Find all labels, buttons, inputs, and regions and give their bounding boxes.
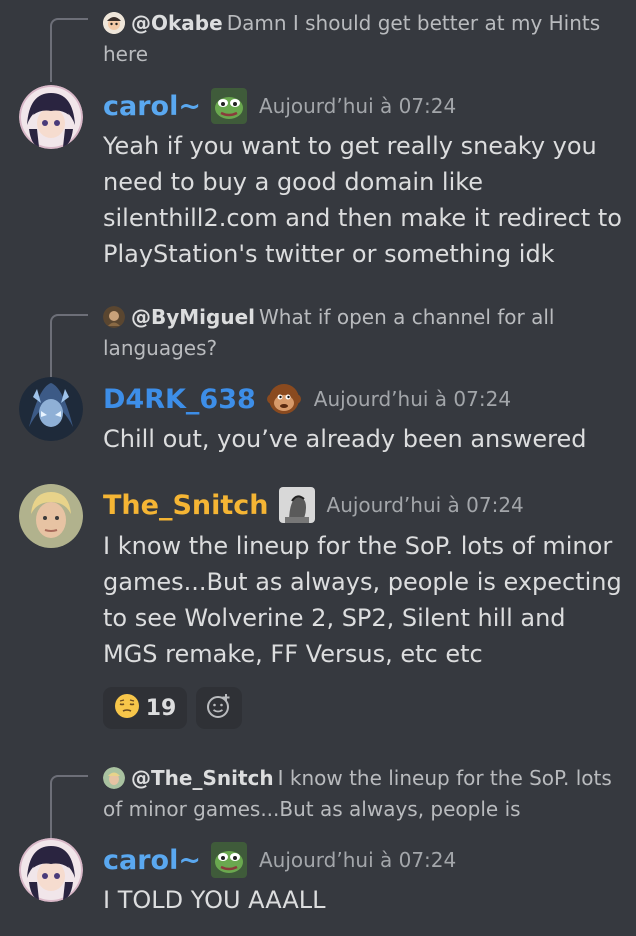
author-name[interactable]: The_Snitch [103,490,269,521]
carol-avatar[interactable] [19,838,83,902]
reply-connector [50,775,88,839]
author-name[interactable]: carol~ [103,91,201,122]
message-header: D4RK_638 Aujourd’hui à 07:24 [103,381,511,417]
author-name[interactable]: D4RK_638 [103,384,256,415]
snitch-avatar[interactable] [19,484,83,548]
reply-preview[interactable]: @The_Snitch I know the lineup for the SoP… [103,763,623,825]
message-content: I TOLD YOU AAALL [103,886,326,914]
message-header: The_Snitch Aujourd’hui à 07:24 [103,487,524,523]
carol-avatar[interactable] [19,85,83,149]
message-header: carol~ Aujourd’hui à 07:24 [103,842,456,878]
reply-mention[interactable]: @The_Snitch [131,766,274,790]
reply-connector [50,314,88,378]
message-content: Chill out, you’ve already been answered [103,425,587,453]
snitch-mini-avatar [103,767,125,789]
monkey-badge-icon [266,381,302,417]
pepe-badge-icon [210,842,247,878]
bymiguel-mini-avatar [103,306,125,328]
reply-mention[interactable]: @Okabe [131,11,223,35]
message-header: carol~ Aujourd’hui à 07:24 [103,88,456,124]
reply-preview[interactable]: @Okabe Damn I should get better at my Hin… [103,8,623,70]
timestamp: Aujourd’hui à 07:24 [326,493,524,517]
reaction-count: 19 [145,695,177,721]
author-name[interactable]: carol~ [103,845,201,876]
reaction-pensive[interactable]: 19 [103,687,187,729]
message-content: I know the lineup for the SoP. lots of m… [103,532,622,668]
add-reaction-icon [206,693,232,723]
message-content: Yeah if you want to get really sneaky yo… [103,132,622,268]
pepe-badge-icon [210,88,247,124]
timestamp: Aujourd’hui à 07:24 [258,848,457,872]
d4rk-avatar[interactable] [19,377,83,441]
okabe-mini-avatar [103,12,125,34]
timestamp: Aujourd’hui à 07:24 [313,387,512,411]
add-reaction-button[interactable] [196,687,242,729]
pensive-emoji-icon [114,693,140,723]
reply-preview[interactable]: @ByMiguel What if open a channel for all … [103,302,623,364]
reply-mention[interactable]: @ByMiguel [131,305,255,329]
chad-badge-icon [278,487,315,523]
reply-connector [50,18,88,82]
timestamp: Aujourd’hui à 07:24 [258,94,457,118]
